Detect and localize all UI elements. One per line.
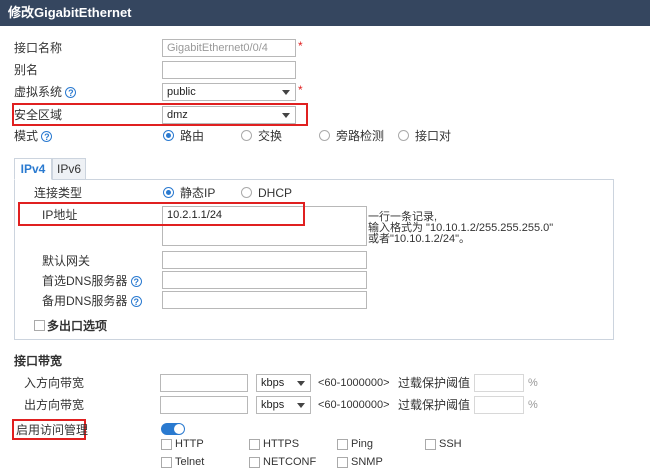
alias-label: 别名 (14, 63, 39, 77)
help-icon[interactable]: ? (41, 131, 53, 143)
help-icon[interactable]: ? (65, 87, 77, 99)
outbound-range: <60-1000000> (318, 399, 390, 411)
virtual-system-select[interactable]: public (162, 83, 296, 101)
mode-option-pair: 接口对 (415, 129, 452, 143)
inbound-label: 入方向带宽 (24, 376, 85, 390)
service-https-label: HTTPS (263, 438, 300, 450)
interface-name-label: 接口名称 (14, 41, 63, 55)
mode-radio-switch[interactable] (241, 130, 252, 141)
outbound-unit-value: kbps (261, 399, 285, 411)
tab-ipv6[interactable]: IPv6 (52, 158, 86, 180)
virtual-system-value: public (167, 86, 196, 98)
dns-primary-label-text: 首选DNS服务器 (42, 274, 128, 288)
inbound-range: <60-1000000> (318, 377, 390, 389)
service-snmp-checkbox[interactable] (337, 457, 348, 468)
security-zone-select[interactable]: dmz (162, 106, 296, 124)
required-mark: * (298, 39, 303, 53)
inbound-unit-select[interactable]: kbps (256, 374, 311, 392)
security-zone-label: 安全区域 (14, 108, 63, 122)
mode-option-route: 路由 (180, 129, 205, 143)
service-snmp-label: SNMP (351, 456, 383, 468)
mode-radio-route[interactable] (163, 130, 174, 141)
conn-type-option-dhcp: DHCP (258, 186, 293, 200)
interface-name-field: GigabitEthernet0/0/4 (162, 39, 296, 57)
chevron-down-icon (282, 113, 290, 118)
conn-type-radio-static[interactable] (163, 187, 174, 198)
ip-address-label: IP地址 (42, 208, 78, 222)
inbound-overload-label: 过载保护阈值 (398, 376, 471, 390)
service-ping-label: Ping (351, 438, 374, 450)
help-icon[interactable]: ? (130, 276, 142, 288)
dns-secondary-label-text: 备用DNS服务器 (42, 294, 128, 308)
dns-secondary-label: 备用DNS服务器 ? (42, 293, 142, 309)
service-http-label: HTTP (175, 438, 204, 450)
service-telnet-label: Telnet (175, 456, 205, 468)
help-icon[interactable]: ? (130, 296, 142, 308)
dialog-title: 修改GigabitEthernet (8, 5, 132, 20)
security-zone-value: dmz (167, 109, 188, 121)
conn-type-label: 连接类型 (34, 186, 83, 200)
chevron-down-icon (282, 90, 290, 95)
virtual-system-label-text: 虚拟系统 (14, 85, 63, 99)
inbound-percent: % (528, 377, 538, 389)
tab-ipv4[interactable]: IPv4 (14, 158, 52, 180)
outbound-overload-input[interactable] (474, 396, 524, 414)
mode-label-text: 模式 (14, 129, 39, 143)
chevron-down-icon (297, 403, 305, 408)
mode-label: 模式 ? (14, 128, 53, 144)
service-ssh-label: SSH (439, 438, 462, 450)
required-mark: * (298, 83, 303, 97)
service-http-checkbox[interactable] (161, 439, 172, 450)
inbound-input[interactable] (160, 374, 248, 392)
outbound-label: 出方向带宽 (24, 398, 85, 412)
service-ssh-checkbox[interactable] (425, 439, 436, 450)
alias-input[interactable] (162, 61, 296, 79)
gateway-input[interactable] (162, 251, 367, 269)
dns-primary-label: 首选DNS服务器 ? (42, 273, 142, 289)
inbound-unit-value: kbps (261, 377, 285, 389)
service-netconf-checkbox[interactable] (249, 457, 260, 468)
conn-type-option-static: 静态IP (180, 186, 216, 200)
access-mgmt-label: 启用访问管理 (16, 423, 89, 437)
service-ping-checkbox[interactable] (337, 439, 348, 450)
multi-exit-label: 多出口选项 (47, 319, 108, 333)
ip-hint-line-3: 或者"10.10.1.2/24"。 (368, 233, 470, 245)
gateway-label: 默认网关 (42, 254, 91, 268)
multi-exit-checkbox[interactable] (34, 320, 45, 331)
inbound-overload-input[interactable] (474, 374, 524, 392)
bandwidth-section-title: 接口带宽 (14, 354, 63, 368)
virtual-system-label: 虚拟系统 ? (14, 84, 77, 100)
access-mgmt-toggle[interactable] (161, 423, 185, 435)
outbound-unit-select[interactable]: kbps (256, 396, 311, 414)
outbound-input[interactable] (160, 396, 248, 414)
service-telnet-checkbox[interactable] (161, 457, 172, 468)
outbound-percent: % (528, 399, 538, 411)
mode-radio-pair[interactable] (398, 130, 409, 141)
mode-radio-bypass[interactable] (319, 130, 330, 141)
dns-primary-input[interactable] (162, 271, 367, 289)
mode-option-switch: 交换 (258, 129, 283, 143)
outbound-overload-label: 过载保护阈值 (398, 398, 471, 412)
service-netconf-label: NETCONF (263, 456, 317, 468)
service-https-checkbox[interactable] (249, 439, 260, 450)
dialog-title-bar: 修改GigabitEthernet (0, 0, 650, 26)
dns-secondary-input[interactable] (162, 291, 367, 309)
chevron-down-icon (297, 381, 305, 386)
conn-type-radio-dhcp[interactable] (241, 187, 252, 198)
mode-option-bypass: 旁路检测 (336, 129, 385, 143)
